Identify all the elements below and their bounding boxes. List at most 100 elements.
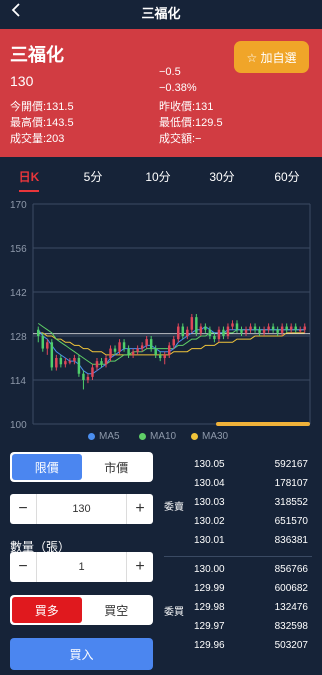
quantity-decrease-button[interactable]: − — [10, 552, 36, 582]
candle-body — [127, 348, 130, 355]
candle-body — [104, 358, 108, 365]
ask-volume-3: 651570 — [274, 516, 308, 527]
legend-dot-ma10 — [139, 433, 146, 440]
chart-scroll-indicator[interactable] — [216, 422, 310, 426]
candle-body — [240, 329, 243, 333]
price-change: −0.5 — [159, 66, 181, 78]
bid-price-2[interactable]: 129.98 — [194, 602, 225, 613]
legend-ma5: MA5 — [88, 431, 120, 442]
price-increase-button[interactable]: + — [127, 494, 153, 524]
high-price: 最高價:143.5 — [10, 117, 74, 129]
candle-body — [113, 348, 117, 352]
legend-label-ma5: MA5 — [99, 431, 120, 442]
candle-body — [59, 358, 63, 365]
open-price: 今開價:131.5 — [10, 101, 74, 113]
candle-body — [285, 326, 288, 330]
legend-dot-ma30 — [191, 433, 198, 440]
price-change-percent: −0.38% — [159, 82, 197, 94]
ask-volume-4: 836381 — [274, 535, 308, 546]
tab-5min[interactable]: 5分 — [71, 168, 115, 185]
ask-price-0[interactable]: 130.05 — [194, 459, 225, 470]
candle-body — [163, 354, 166, 358]
ask-price-1[interactable]: 130.04 — [194, 478, 225, 489]
candle-body — [77, 358, 81, 374]
y-tick-label: 142 — [10, 288, 27, 299]
candle-body — [258, 329, 261, 333]
order-book-divider — [164, 556, 312, 557]
kline-chart[interactable]: 170 156 142 128 114 100 — [0, 196, 322, 446]
candle-body — [217, 329, 221, 340]
candle-body — [181, 326, 185, 336]
tab-daily[interactable]: 日K — [7, 168, 51, 185]
candle-body — [95, 361, 99, 368]
candle-body — [145, 339, 148, 346]
candle-body — [73, 358, 76, 362]
quantity-increase-button[interactable]: + — [127, 552, 153, 582]
turnover: 成交額:− — [159, 133, 202, 145]
candle-body — [190, 317, 194, 330]
ask-price-4[interactable]: 130.01 — [194, 535, 225, 546]
candle-body — [37, 329, 40, 336]
candle-body — [195, 317, 198, 333]
y-tick-label: 170 — [10, 200, 27, 211]
candle-body — [294, 326, 297, 330]
candle-body — [249, 326, 252, 330]
bid-volume-3: 832598 — [274, 621, 308, 632]
price-input[interactable]: 130 — [36, 494, 127, 524]
bid-price-0[interactable]: 130.00 — [194, 564, 225, 575]
candle-body — [118, 342, 121, 352]
side-toggle: 買多 買空 — [10, 595, 153, 625]
bid-price-1[interactable]: 129.99 — [194, 583, 225, 594]
candle-body — [46, 342, 49, 349]
quantity-input[interactable]: 1 — [36, 552, 127, 582]
add-to-watchlist-button[interactable]: ☆ 加自選 — [234, 41, 309, 73]
stock-price: 130 — [10, 73, 34, 89]
candle-body — [172, 339, 176, 346]
bid-volume-1: 600682 — [274, 583, 308, 594]
chart-legend: MA5 MA10 MA30 — [0, 431, 322, 445]
candle-body — [41, 336, 45, 349]
ask-price-2[interactable]: 130.03 — [194, 497, 225, 508]
volume: 成交量:203 — [10, 133, 65, 145]
candle-body — [158, 354, 162, 358]
bid-price-4[interactable]: 129.96 — [194, 640, 225, 651]
candle-body — [276, 329, 279, 333]
buy-short-button[interactable]: 買空 — [82, 597, 152, 623]
candle-body — [253, 326, 257, 330]
candle-body — [131, 351, 135, 355]
candle-body — [149, 339, 153, 349]
ask-volume-1: 178107 — [274, 478, 308, 489]
period-tabs: 日K 5分 10分 30分 60分 — [0, 164, 322, 192]
price-decrease-button[interactable]: − — [10, 494, 36, 524]
tab-30min[interactable]: 30分 — [200, 168, 244, 185]
order-type-toggle: 限價 市價 — [10, 452, 153, 482]
bid-price-3[interactable]: 129.97 — [194, 621, 225, 632]
candle-body — [208, 329, 212, 336]
prev-close: 昨收價:131 — [159, 101, 214, 113]
ask-price-3[interactable]: 130.02 — [194, 516, 225, 527]
candle-body — [167, 345, 171, 355]
legend-label-ma30: MA30 — [202, 431, 229, 442]
candle-body — [177, 326, 180, 340]
candle-body — [82, 373, 85, 380]
top-bar: 三福化 — [0, 0, 322, 22]
watchlist-label: ☆ 加自選 — [246, 50, 297, 65]
candle-body — [231, 323, 234, 327]
bid-volume-0: 856766 — [274, 564, 308, 575]
buy-submit-button[interactable]: 買入 — [10, 638, 153, 670]
kline-chart-svg: 170 156 142 128 114 100 — [10, 200, 311, 431]
legend-ma30: MA30 — [191, 431, 228, 442]
tab-60min[interactable]: 60分 — [265, 168, 309, 185]
candle-body — [235, 323, 239, 330]
limit-order-button[interactable]: 限價 — [12, 454, 82, 480]
candle-body — [140, 345, 144, 349]
market-order-button[interactable]: 市價 — [82, 454, 152, 480]
candle-body — [199, 326, 203, 333]
bid-label: 委買 — [164, 607, 184, 618]
candle-body — [213, 336, 216, 340]
tab-10min[interactable]: 10分 — [136, 168, 180, 185]
quote-panel: 三福化 130 −0.5 −0.38% ☆ 加自選 今開價:131.5 昨收價:… — [0, 29, 322, 157]
candle-body — [91, 367, 94, 377]
candle-body — [267, 326, 270, 330]
buy-long-button[interactable]: 買多 — [12, 597, 82, 623]
